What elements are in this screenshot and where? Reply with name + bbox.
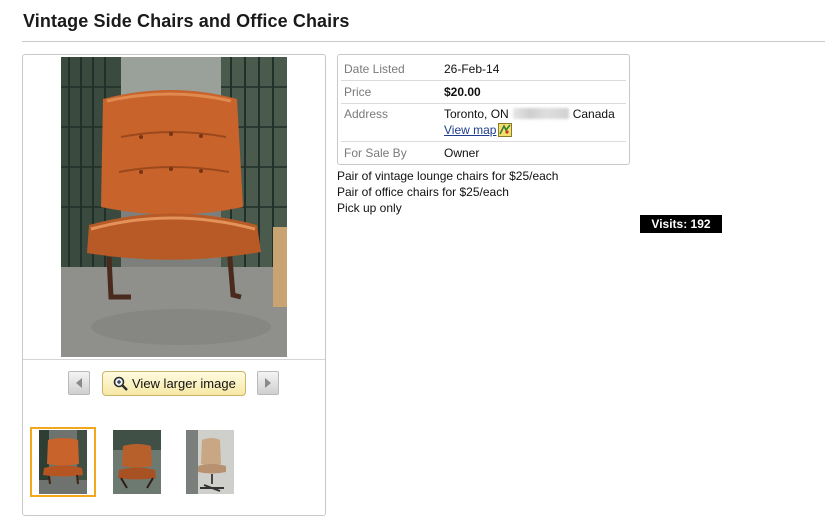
price-value: $20.00 [444, 85, 481, 99]
date-listed-value: 26-Feb-14 [444, 62, 500, 76]
date-listed-label: Date Listed [344, 62, 405, 76]
for-sale-by-label: For Sale By [344, 146, 407, 160]
thumbnail-1[interactable] [39, 430, 87, 494]
view-larger-image-label: View larger image [132, 376, 236, 391]
for-sale-by-value: Owner [444, 146, 480, 160]
map-icon[interactable] [498, 123, 513, 137]
gallery-divider [23, 359, 325, 360]
details-row-date: Date Listed 26-Feb-14 [341, 58, 626, 81]
description-line-1: Pair of vintage lounge chairs for $25/ea… [337, 169, 559, 183]
thumbnail-2[interactable] [113, 430, 161, 494]
magnifier-icon [113, 376, 128, 391]
listing-title: Vintage Side Chairs and Office Chairs [23, 11, 350, 31]
chevron-right-icon [265, 378, 271, 388]
thumbnail-3[interactable] [186, 430, 234, 494]
description-line-3: Pick up only [337, 201, 402, 215]
previous-image-button[interactable] [68, 371, 90, 395]
address-value: Toronto, ON Canada [444, 107, 615, 121]
view-map-link-wrap: View map [444, 123, 513, 137]
details-row-price: Price $20.00 [341, 81, 626, 104]
listing-description: Pair of vintage lounge chairs for $25/ea… [337, 168, 558, 216]
title-divider [22, 41, 825, 42]
visits-counter: Visits: 192 [640, 215, 722, 233]
price-label: Price [344, 85, 372, 99]
listing-details-table: Date Listed 26-Feb-14 Price $20.00 Addre… [337, 54, 630, 165]
address-label: Address [344, 107, 389, 121]
chevron-left-icon [76, 378, 82, 388]
view-larger-image-button[interactable]: View larger image [102, 371, 246, 396]
view-map-link[interactable]: View map [444, 123, 496, 137]
address-country: Canada [572, 107, 615, 121]
photo-gallery: View larger image [22, 54, 326, 516]
address-city: Toronto, ON [444, 107, 509, 121]
description-line-2: Pair of office chairs for $25/each [337, 185, 509, 199]
details-row-seller: For Sale By Owner [341, 142, 626, 162]
next-image-button[interactable] [257, 371, 279, 395]
main-photo[interactable] [61, 57, 287, 357]
postal-code-redacted [512, 108, 569, 119]
details-row-address: Address Toronto, ON Canada View map [341, 104, 626, 142]
